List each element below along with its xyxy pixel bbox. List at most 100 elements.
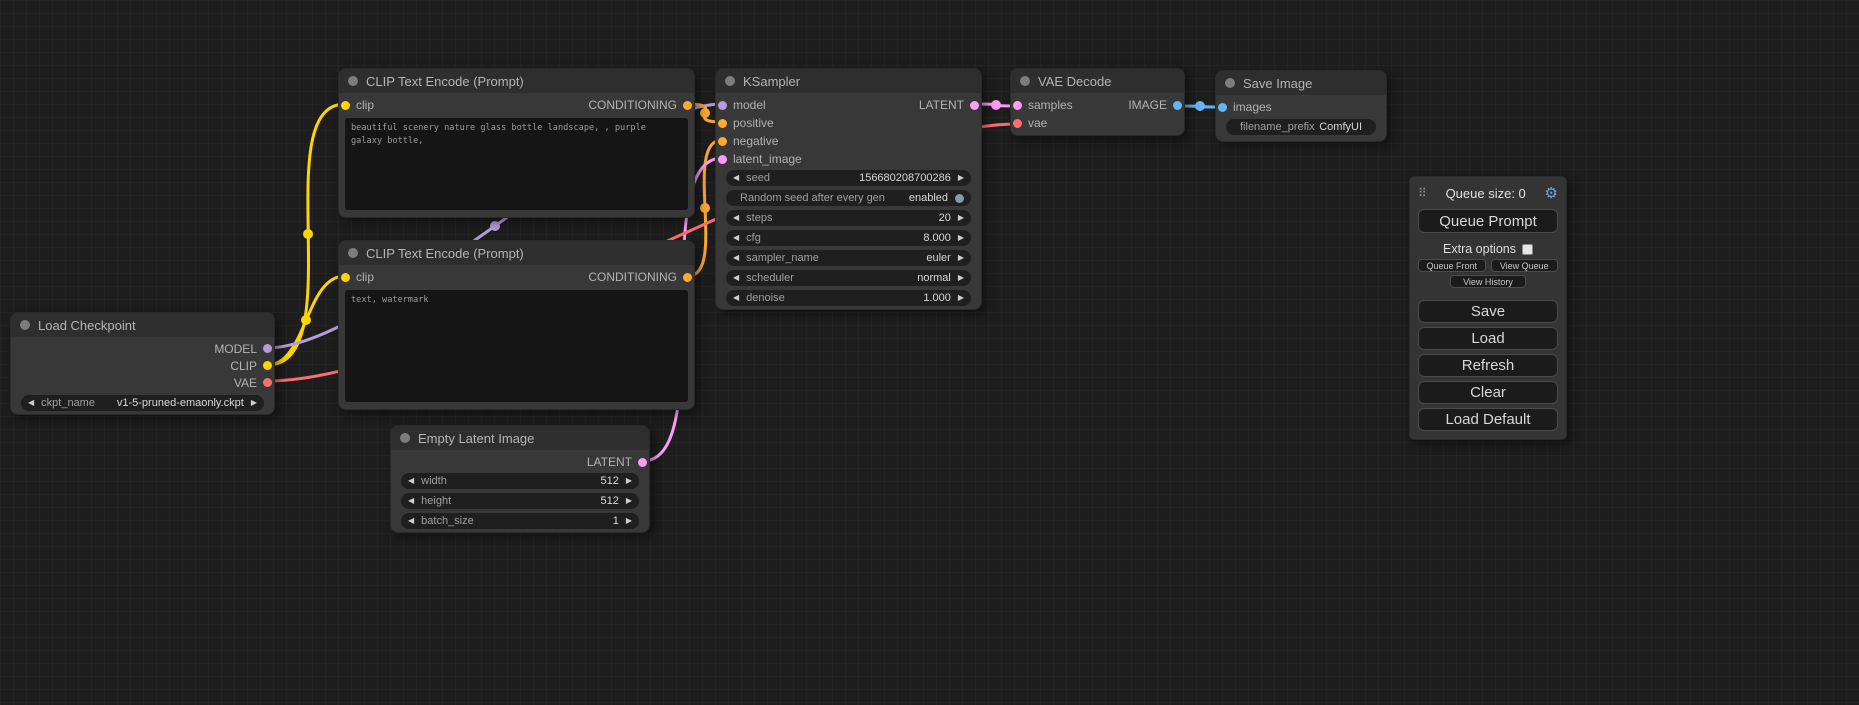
collapse-dot-icon[interactable] [20, 320, 30, 330]
queue-front-button[interactable]: Queue Front [1418, 259, 1486, 272]
negative-prompt-text-input[interactable]: text, watermark [345, 290, 688, 402]
width-widget[interactable]: ◀ width 512 ▶ [401, 473, 639, 489]
drag-handle-icon[interactable]: ⠿ [1418, 187, 1427, 199]
vae-input-dot-icon[interactable] [1013, 119, 1022, 128]
increment-arrow-icon[interactable]: ▶ [626, 497, 632, 505]
clip-text-encode-negative-node[interactable]: CLIP Text Encode (Prompt) clip CONDITION… [338, 240, 695, 410]
seed-widget[interactable]: ◀ seed 156680208700286 ▶ [726, 170, 971, 186]
settings-gear-icon[interactable]: ⚙ [1545, 186, 1558, 201]
clear-button[interactable]: Clear [1418, 381, 1558, 404]
load-button[interactable]: Load [1418, 327, 1558, 350]
decrement-arrow-icon[interactable]: ◀ [408, 497, 414, 505]
positive-prompt-text-input[interactable]: beautiful scenery nature glass bottle la… [345, 118, 688, 210]
positive-input-slot[interactable]: positive [718, 116, 774, 130]
height-widget[interactable]: ◀ height 512 ▶ [401, 493, 639, 509]
collapse-dot-icon[interactable] [1225, 78, 1235, 88]
decrement-arrow-icon[interactable]: ◀ [28, 399, 34, 407]
menu-panel[interactable]: ⠿ Queue size: 0 ⚙ Queue Prompt Extra opt… [1409, 176, 1567, 440]
increment-arrow-icon[interactable]: ▶ [626, 517, 632, 525]
conditioning-output-slot[interactable]: CONDITIONING [588, 270, 692, 284]
queue-prompt-button[interactable]: Queue Prompt [1418, 209, 1558, 233]
images-input-dot-icon[interactable] [1218, 103, 1227, 112]
images-input-slot[interactable]: images [1218, 100, 1272, 114]
increment-arrow-icon[interactable]: ▶ [958, 294, 964, 302]
samples-input-dot-icon[interactable] [1013, 101, 1022, 110]
load-default-button[interactable]: Load Default [1418, 408, 1558, 431]
ksampler-node[interactable]: KSampler model LATENT positive negative [715, 68, 982, 310]
refresh-button[interactable]: Refresh [1418, 354, 1558, 377]
latent-output-dot-icon[interactable] [970, 101, 979, 110]
image-output-dot-icon[interactable] [1173, 101, 1182, 110]
collapse-dot-icon[interactable] [400, 433, 410, 443]
clip-output-slot[interactable]: CLIP [230, 359, 272, 373]
view-history-button[interactable]: View History [1450, 275, 1526, 288]
clip-output-dot-icon[interactable] [263, 361, 272, 370]
negative-input-dot-icon[interactable] [718, 137, 727, 146]
increment-arrow-icon[interactable]: ▶ [958, 234, 964, 242]
conditioning-output-dot-icon[interactable] [683, 101, 692, 110]
latent-output-dot-icon[interactable] [638, 458, 647, 467]
collapse-dot-icon[interactable] [1020, 76, 1030, 86]
image-output-slot[interactable]: IMAGE [1128, 98, 1182, 112]
increment-arrow-icon[interactable]: ▶ [251, 399, 257, 407]
increment-arrow-icon[interactable]: ▶ [958, 274, 964, 282]
model-output-slot[interactable]: MODEL [214, 342, 272, 356]
node-title-bar[interactable]: Save Image [1216, 71, 1386, 95]
collapse-dot-icon[interactable] [348, 248, 358, 258]
latent-output-slot[interactable]: LATENT [587, 455, 647, 469]
negative-input-slot[interactable]: negative [718, 134, 778, 148]
collapse-dot-icon[interactable] [348, 76, 358, 86]
clip-input-dot-icon[interactable] [341, 101, 350, 110]
node-title-bar[interactable]: KSampler [716, 69, 981, 93]
increment-arrow-icon[interactable]: ▶ [626, 477, 632, 485]
empty-latent-image-node[interactable]: Empty Latent Image LATENT ◀ width 512 ▶ … [390, 425, 650, 533]
node-title-bar[interactable]: VAE Decode [1011, 69, 1184, 93]
positive-input-dot-icon[interactable] [718, 119, 727, 128]
clip-input-dot-icon[interactable] [341, 273, 350, 282]
load-checkpoint-node[interactable]: Load Checkpoint MODEL CLIP VAE ◀ ckpt_na… [10, 312, 275, 415]
increment-arrow-icon[interactable]: ▶ [958, 174, 964, 182]
model-output-dot-icon[interactable] [263, 344, 272, 353]
latent-output-slot[interactable]: LATENT [919, 98, 979, 112]
decrement-arrow-icon[interactable]: ◀ [733, 274, 739, 282]
conditioning-output-dot-icon[interactable] [683, 273, 692, 282]
conditioning-output-slot[interactable]: CONDITIONING [588, 98, 692, 112]
model-input-dot-icon[interactable] [718, 101, 727, 110]
decrement-arrow-icon[interactable]: ◀ [408, 477, 414, 485]
node-title-bar[interactable]: CLIP Text Encode (Prompt) [339, 241, 694, 265]
decrement-arrow-icon[interactable]: ◀ [733, 174, 739, 182]
decrement-arrow-icon[interactable]: ◀ [733, 294, 739, 302]
increment-arrow-icon[interactable]: ▶ [958, 214, 964, 222]
random-seed-toggle-widget[interactable]: Random seed after every gen enabled [726, 190, 971, 206]
vae-input-slot[interactable]: vae [1013, 116, 1047, 130]
scheduler-widget[interactable]: ◀ scheduler normal ▶ [726, 270, 971, 286]
save-button[interactable]: Save [1418, 300, 1558, 323]
extra-options-checkbox[interactable] [1522, 244, 1533, 255]
denoise-widget[interactable]: ◀ denoise 1.000 ▶ [726, 290, 971, 306]
node-title-bar[interactable]: CLIP Text Encode (Prompt) [339, 69, 694, 93]
clip-input-slot[interactable]: clip [341, 270, 374, 284]
collapse-dot-icon[interactable] [725, 76, 735, 86]
batch-size-widget[interactable]: ◀ batch_size 1 ▶ [401, 513, 639, 529]
node-title-bar[interactable]: Empty Latent Image [391, 426, 649, 450]
vae-decode-node[interactable]: VAE Decode samples IMAGE vae [1010, 68, 1185, 136]
ckpt-name-widget[interactable]: ◀ ckpt_name v1-5-pruned-emaonly.ckpt ▶ [21, 395, 264, 411]
sampler-name-widget[interactable]: ◀ sampler_name euler ▶ [726, 250, 971, 266]
samples-input-slot[interactable]: samples [1013, 98, 1073, 112]
filename-prefix-widget[interactable]: filename_prefix ComfyUI [1226, 119, 1376, 135]
vae-output-dot-icon[interactable] [263, 378, 272, 387]
clip-input-slot[interactable]: clip [341, 98, 374, 112]
steps-widget[interactable]: ◀ steps 20 ▶ [726, 210, 971, 226]
latent-image-input-dot-icon[interactable] [718, 155, 727, 164]
model-input-slot[interactable]: model [718, 98, 766, 112]
cfg-widget[interactable]: ◀ cfg 8.000 ▶ [726, 230, 971, 246]
increment-arrow-icon[interactable]: ▶ [958, 254, 964, 262]
decrement-arrow-icon[interactable]: ◀ [733, 254, 739, 262]
vae-output-slot[interactable]: VAE [234, 376, 272, 390]
node-title-bar[interactable]: Load Checkpoint [11, 313, 274, 337]
view-queue-button[interactable]: View Queue [1491, 259, 1559, 272]
save-image-node[interactable]: Save Image images filename_prefix ComfyU… [1215, 70, 1387, 142]
toggle-indicator-icon[interactable] [955, 194, 964, 203]
decrement-arrow-icon[interactable]: ◀ [733, 214, 739, 222]
clip-text-encode-positive-node[interactable]: CLIP Text Encode (Prompt) clip CONDITION… [338, 68, 695, 218]
